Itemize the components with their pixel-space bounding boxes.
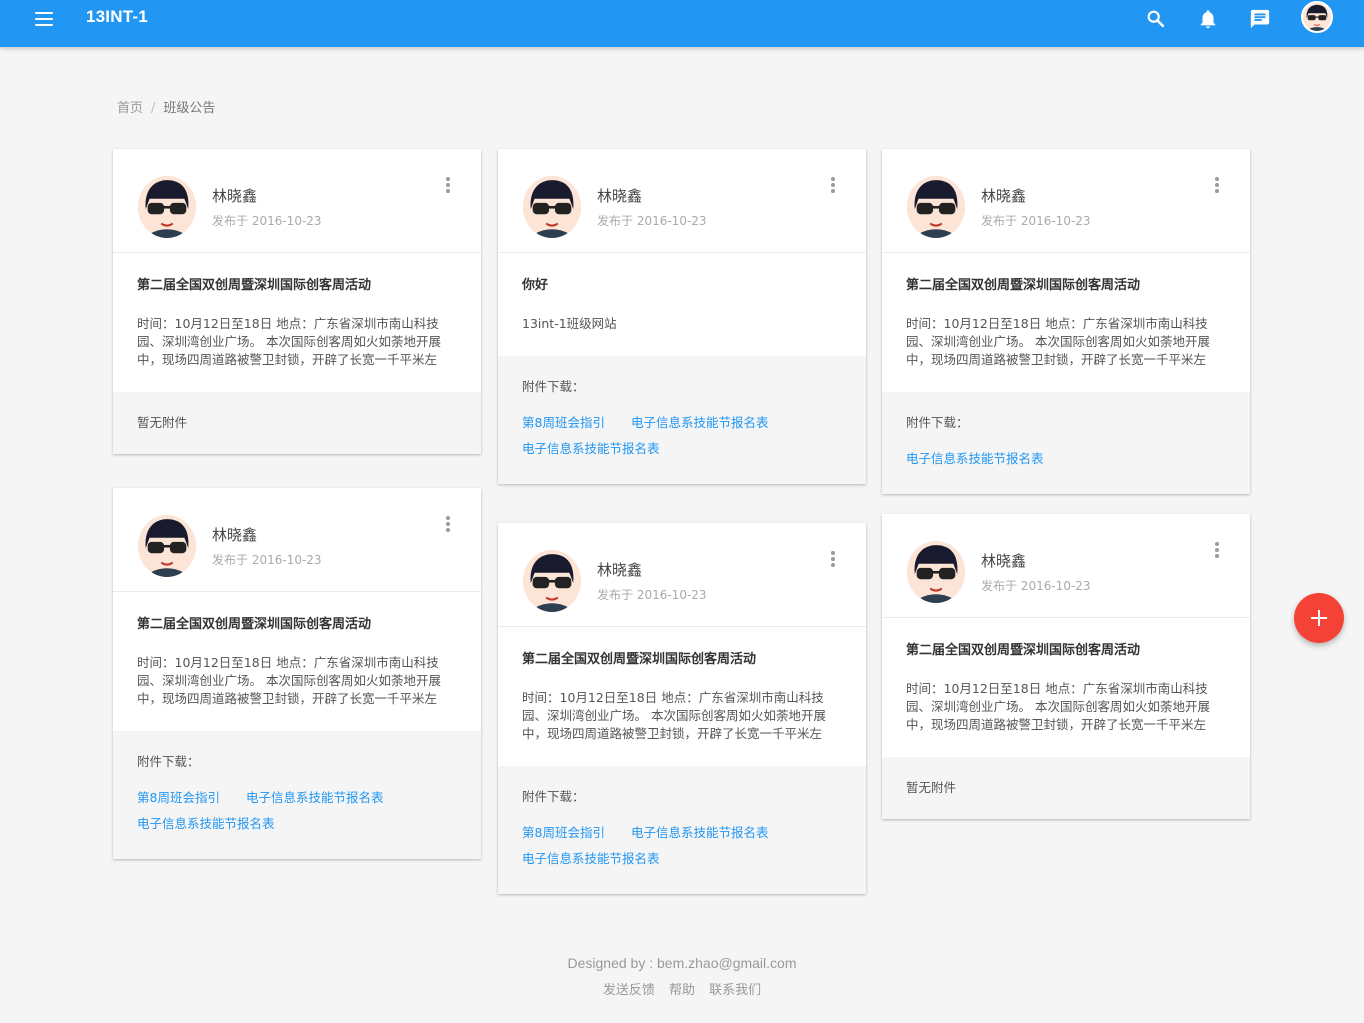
card-header: 林晓鑫 发布于 2016-10-23 <box>882 514 1250 618</box>
page-footer: Designed by : bem.zhao@gmail.com 发送反馈 帮助… <box>0 955 1364 998</box>
breadcrumb: 首页 / 班级公告 <box>117 97 215 116</box>
announcement-card: 林晓鑫 发布于 2016-10-23 第二届全国双创周暨深圳国际创客周活动 时间… <box>882 514 1250 819</box>
attachment-link[interactable]: 第8周班会指引 <box>137 790 220 805</box>
card-header: 林晓鑫 发布于 2016-10-23 <box>498 149 866 253</box>
announcement-card: 林晓鑫 发布于 2016-10-23 第二届全国双创周暨深圳国际创客周活动 时间… <box>498 523 866 894</box>
attachments-section: 附件下载： 第8周班会指引 电子信息系技能节报名表 电子信息系技能节报名表 <box>498 356 866 484</box>
post-date: 发布于 2016-10-23 <box>597 214 707 228</box>
breadcrumb-separator: / <box>151 101 156 116</box>
add-announcement-button[interactable] <box>1294 593 1344 643</box>
post-content: 时间：10月12日至18日 地点：广东省深圳市南山科技园、深圳湾创业广场。 本次… <box>522 690 826 741</box>
contact-link[interactable]: 联系我们 <box>709 983 761 998</box>
announcement-card: 林晓鑫 发布于 2016-10-23 第二届全国双创周暨深圳国际创客周活动 时间… <box>113 149 481 454</box>
author-name: 林晓鑫 <box>212 526 258 544</box>
footer-links: 发送反馈 帮助 联系我们 <box>0 979 1364 998</box>
announcement-card: 林晓鑫 发布于 2016-10-23 第二届全国双创周暨深圳国际创客周活动 时间… <box>882 149 1250 494</box>
announcement-card: 林晓鑫 发布于 2016-10-23 你好 13int-1班级网站 附件下载： … <box>498 149 866 484</box>
post-date: 发布于 2016-10-23 <box>981 214 1091 228</box>
post-content: 时间：10月12日至18日 地点：广东省深圳市南山科技园、深圳湾创业广场。 本次… <box>137 655 441 706</box>
post-content: 时间：10月12日至18日 地点：广东省深圳市南山科技园、深圳湾创业广场。 本次… <box>906 316 1210 367</box>
post-date: 发布于 2016-10-23 <box>212 214 322 228</box>
card-body: 第二届全国双创周暨深圳国际创客周活动 时间：10月12日至18日 地点：广东省深… <box>882 618 1250 757</box>
attachment-link[interactable]: 电子信息系技能节报名表 <box>246 790 384 805</box>
designed-by-text: Designed by : bem.zhao@gmail.com <box>567 955 797 971</box>
attachment-link[interactable]: 电子信息系技能节报名表 <box>522 441 660 456</box>
more-vert-icon[interactable] <box>1213 177 1221 195</box>
attachment-links: 第8周班会指引 电子信息系技能节报名表 电子信息系技能节报名表 <box>522 410 842 462</box>
author-avatar[interactable] <box>523 550 581 612</box>
post-date: 发布于 2016-10-23 <box>597 588 707 602</box>
message-icon[interactable] <box>1249 8 1271 30</box>
attachments-label: 附件下载： <box>522 379 585 394</box>
attachments-section: 暂无附件 <box>882 757 1250 819</box>
announcement-card: 林晓鑫 发布于 2016-10-23 第二届全国双创周暨深圳国际创客周活动 时间… <box>113 488 481 859</box>
attachments-label: 附件下载： <box>522 789 585 804</box>
post-date: 发布于 2016-10-23 <box>212 553 322 567</box>
post-title[interactable]: 第二届全国双创周暨深圳国际创客周活动 <box>137 616 457 634</box>
card-body: 第二届全国双创周暨深圳国际创客周活动 时间：10月12日至18日 地点：广东省深… <box>882 253 1250 392</box>
attachment-link[interactable]: 电子信息系技能节报名表 <box>137 816 275 831</box>
attachment-links: 第8周班会指引 电子信息系技能节报名表 电子信息系技能节报名表 <box>137 785 457 837</box>
attachments-section: 附件下载： 电子信息系技能节报名表 <box>882 392 1250 494</box>
attachment-link[interactable]: 电子信息系技能节报名表 <box>522 851 660 866</box>
more-vert-icon[interactable] <box>444 177 452 195</box>
card-header: 林晓鑫 发布于 2016-10-23 <box>498 523 866 627</box>
card-body: 第二届全国双创周暨深圳国际创客周活动 时间：10月12日至18日 地点：广东省深… <box>113 592 481 731</box>
app-title: 13INT-1 <box>86 7 148 26</box>
breadcrumb-home-link[interactable]: 首页 <box>117 101 143 116</box>
author-avatar[interactable] <box>138 176 196 238</box>
attachment-link[interactable]: 第8周班会指引 <box>522 825 605 840</box>
attachments-section: 暂无附件 <box>113 392 481 454</box>
attachments-label: 附件下载： <box>906 415 969 430</box>
post-title[interactable]: 第二届全国双创周暨深圳国际创客周活动 <box>906 277 1226 295</box>
post-title[interactable]: 你好 <box>522 277 842 295</box>
more-vert-icon[interactable] <box>829 177 837 195</box>
no-attachments-text: 暂无附件 <box>906 780 957 795</box>
post-title[interactable]: 第二届全国双创周暨深圳国际创客周活动 <box>906 642 1226 660</box>
attachment-link[interactable]: 电子信息系技能节报名表 <box>906 451 1044 466</box>
author-avatar[interactable] <box>523 176 581 238</box>
author-name: 林晓鑫 <box>597 187 643 205</box>
search-icon[interactable] <box>1145 8 1167 30</box>
attachments-label: 附件下载： <box>137 754 200 769</box>
menu-icon[interactable] <box>33 9 55 29</box>
top-app-bar: 13INT-1 <box>0 0 1364 47</box>
card-header: 林晓鑫 发布于 2016-10-23 <box>113 149 481 253</box>
user-avatar[interactable] <box>1301 1 1333 33</box>
attachment-links: 第8周班会指引 电子信息系技能节报名表 电子信息系技能节报名表 <box>522 820 842 872</box>
post-content: 时间：10月12日至18日 地点：广东省深圳市南山科技园、深圳湾创业广场。 本次… <box>906 681 1210 732</box>
card-body: 第二届全国双创周暨深圳国际创客周活动 时间：10月12日至18日 地点：广东省深… <box>498 627 866 766</box>
author-name: 林晓鑫 <box>597 561 643 579</box>
attachment-link[interactable]: 第8周班会指引 <box>522 415 605 430</box>
post-title[interactable]: 第二届全国双创周暨深圳国际创客周活动 <box>137 277 457 295</box>
card-header: 林晓鑫 发布于 2016-10-23 <box>113 488 481 592</box>
card-header: 林晓鑫 发布于 2016-10-23 <box>882 149 1250 253</box>
author-name: 林晓鑫 <box>981 187 1027 205</box>
more-vert-icon[interactable] <box>444 516 452 534</box>
help-link[interactable]: 帮助 <box>669 983 695 998</box>
more-vert-icon[interactable] <box>829 551 837 569</box>
post-content: 时间：10月12日至18日 地点：广东省深圳市南山科技园、深圳湾创业广场。 本次… <box>137 316 441 367</box>
author-name: 林晓鑫 <box>981 552 1027 570</box>
author-avatar[interactable] <box>138 515 196 577</box>
author-name: 林晓鑫 <box>212 187 258 205</box>
card-body: 第二届全国双创周暨深圳国际创客周活动 时间：10月12日至18日 地点：广东省深… <box>113 253 481 392</box>
author-avatar[interactable] <box>907 541 965 603</box>
post-title[interactable]: 第二届全国双创周暨深圳国际创客周活动 <box>522 651 842 669</box>
attachment-link[interactable]: 电子信息系技能节报名表 <box>631 415 769 430</box>
attachment-link[interactable]: 电子信息系技能节报名表 <box>631 825 769 840</box>
bell-icon[interactable] <box>1197 8 1219 30</box>
attachments-section: 附件下载： 第8周班会指引 电子信息系技能节报名表 电子信息系技能节报名表 <box>498 766 866 894</box>
post-content: 13int-1班级网站 <box>522 316 617 331</box>
attachments-section: 附件下载： 第8周班会指引 电子信息系技能节报名表 电子信息系技能节报名表 <box>113 731 481 859</box>
no-attachments-text: 暂无附件 <box>137 415 188 430</box>
post-date: 发布于 2016-10-23 <box>981 579 1091 593</box>
card-body: 你好 13int-1班级网站 <box>498 253 866 356</box>
more-vert-icon[interactable] <box>1213 542 1221 560</box>
author-avatar[interactable] <box>907 176 965 238</box>
attachment-links: 电子信息系技能节报名表 <box>906 446 1226 472</box>
breadcrumb-current: 班级公告 <box>163 101 216 116</box>
feedback-link[interactable]: 发送反馈 <box>603 983 655 998</box>
